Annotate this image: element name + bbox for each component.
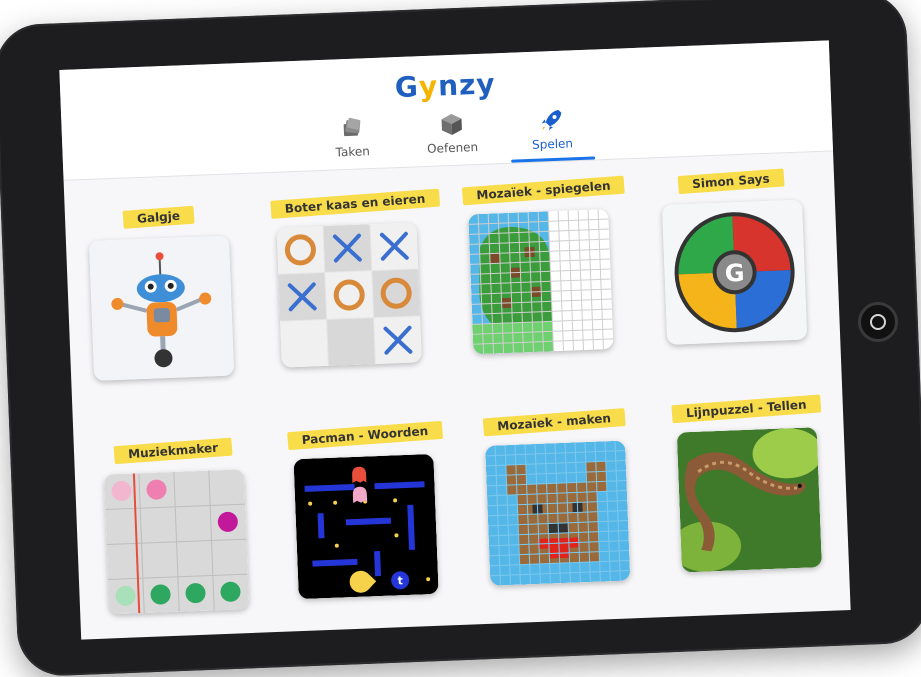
pacman-icon: t	[293, 453, 439, 600]
simon-icon: G	[661, 199, 808, 345]
tab-spelen[interactable]: Spelen	[501, 101, 603, 163]
game-card-muziekmaker[interactable]: Muziekmaker	[98, 437, 254, 615]
app-screen: Gynzy Taken Oefenen Spelen Galgje Boter …	[59, 40, 851, 640]
mosaic-tree-icon	[468, 209, 614, 355]
stack-icon	[343, 117, 361, 137]
game-thumbnail[interactable]	[676, 427, 822, 573]
game-thumbnail[interactable]	[468, 209, 614, 355]
logo-text-nzy: nzy	[437, 67, 497, 103]
game-thumbnail[interactable]: t	[293, 453, 439, 600]
rocket-icon	[541, 109, 562, 131]
tab-oefenen[interactable]: Oefenen	[401, 105, 503, 167]
game-card-mozaiek-maken[interactable]: Mozaïek - maken	[479, 408, 635, 586]
tablet-frame: Gynzy Taken Oefenen Spelen Galgje Boter …	[0, 0, 921, 677]
games-grid: Galgje Boter kaas en eieren Mozaïek - sp…	[78, 168, 836, 637]
game-label: Muziekmaker	[113, 437, 233, 465]
game-thumbnail[interactable]	[103, 469, 250, 615]
game-label: Galgje	[122, 205, 195, 229]
tictactoe-icon	[276, 222, 422, 368]
logo-text-y: y	[418, 69, 439, 104]
tab-bar: Taken Oefenen Spelen	[301, 101, 603, 170]
game-card-galgje[interactable]: Galgje	[83, 205, 239, 381]
game-thumbnail[interactable]	[88, 235, 235, 381]
game-card-mozaiek-spiegelen[interactable]: Mozaïek - spiegelen	[461, 175, 626, 355]
home-button[interactable]	[858, 302, 898, 342]
cube-icon	[441, 113, 462, 135]
game-thumbnail[interactable]: G	[661, 199, 808, 345]
logo-text-g: G	[394, 70, 420, 105]
game-card-simon-says[interactable]: Simon Says G	[656, 168, 812, 345]
game-card-boter-kaas-en-eieren[interactable]: Boter kaas en eieren	[270, 188, 440, 368]
game-thumbnail[interactable]	[485, 440, 631, 586]
music-grid-icon	[103, 469, 250, 615]
game-label: Boter kaas en eieren	[270, 188, 440, 219]
tab-label: Taken	[335, 144, 371, 160]
game-card-lijnpuzzel-tellen[interactable]: Lijnpuzzel - Tellen	[671, 394, 827, 573]
snake-photo-icon	[676, 427, 822, 573]
tab-label: Spelen	[531, 136, 574, 152]
tab-taken[interactable]: Taken	[301, 109, 403, 171]
pacman-letter: t	[397, 574, 403, 587]
game-label: Pacman - Woorden	[287, 420, 443, 451]
simon-center-letter: G	[724, 259, 745, 288]
game-label: Mozaïek - maken	[482, 408, 626, 437]
game-card-pacman-woorden[interactable]: Pacman - Woorden t	[287, 420, 443, 600]
tab-label: Oefenen	[426, 139, 479, 156]
game-label: Lijnpuzzel - Tellen	[671, 394, 821, 424]
mosaic-dog-icon	[485, 440, 631, 586]
game-thumbnail[interactable]	[276, 222, 422, 368]
game-label: Simon Says	[677, 168, 785, 195]
game-label: Mozaïek - spiegelen	[461, 175, 626, 206]
robot-icon	[88, 235, 235, 381]
